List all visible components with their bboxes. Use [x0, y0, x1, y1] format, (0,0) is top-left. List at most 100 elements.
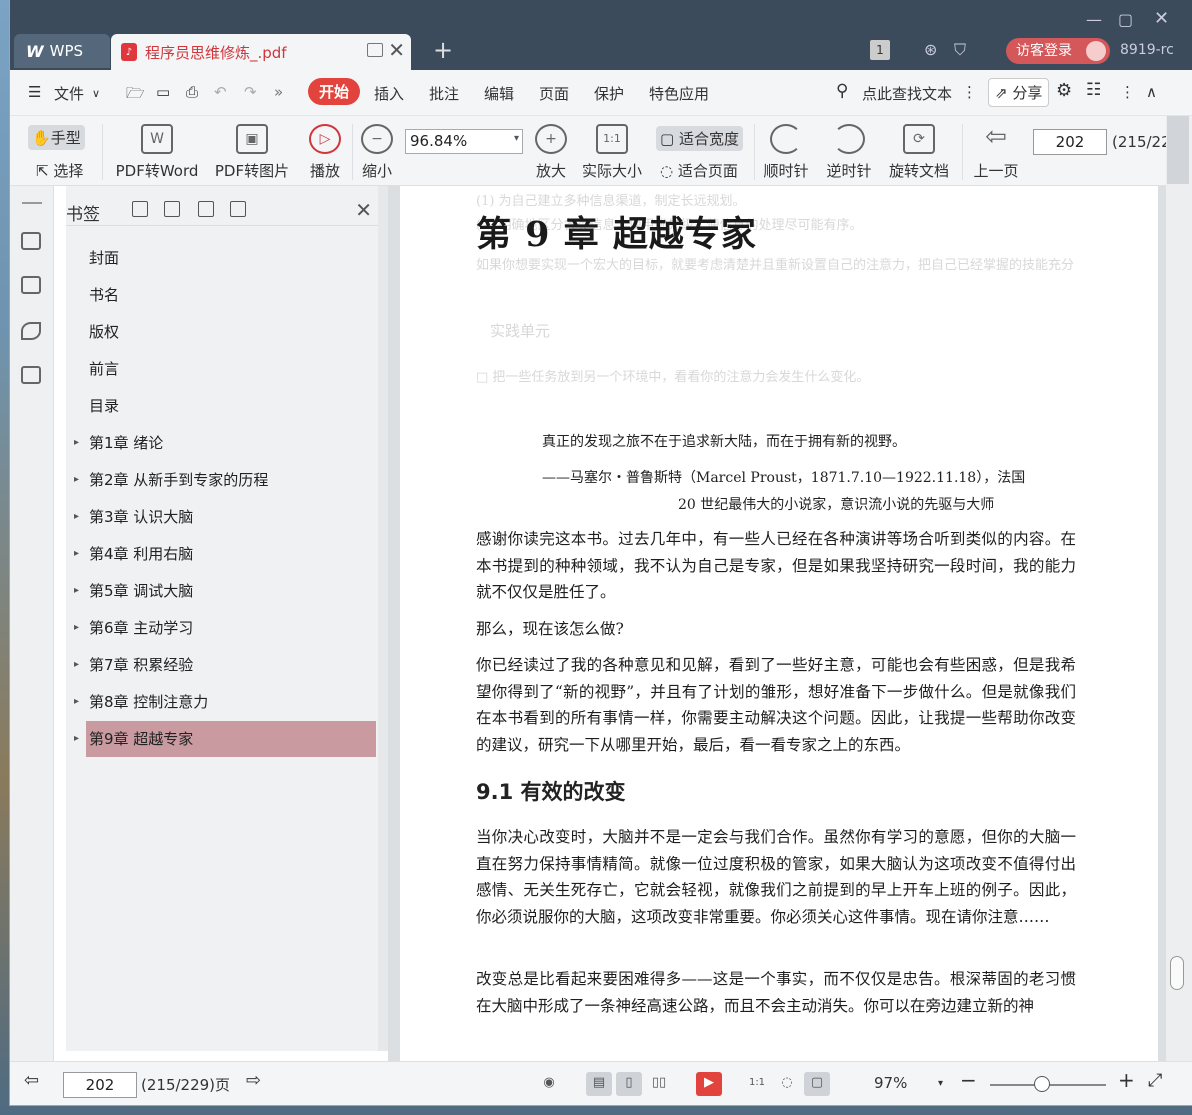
rail-handle[interactable]: [22, 202, 42, 204]
expand-arrow-icon[interactable]: ▸: [74, 462, 79, 498]
panel-splitter[interactable]: [378, 186, 388, 1051]
bookmark-item[interactable]: 书名: [86, 277, 376, 313]
rotate-counterclockwise-button[interactable]: 逆时针: [825, 124, 873, 181]
two-page-icon[interactable]: ▯▯: [646, 1072, 672, 1096]
status-page-input[interactable]: 202: [63, 1072, 137, 1098]
bookmark-item[interactable]: ▸ 第5章 调试大脑: [74, 573, 376, 609]
chat-icon[interactable]: ☷: [1086, 80, 1101, 100]
expand-all-icon[interactable]: [164, 201, 180, 217]
page-number-input[interactable]: 202: [1033, 129, 1107, 155]
menu-page[interactable]: 页面: [539, 83, 569, 104]
bookmark-item[interactable]: ▸ 第2章 从新手到专家的历程: [74, 462, 376, 498]
chevron-down-icon[interactable]: ∨: [92, 87, 100, 100]
prev-page-arrow-icon[interactable]: ⇦: [24, 1070, 39, 1091]
bookmark-item[interactable]: ▸ 第6章 主动学习: [74, 610, 376, 646]
menu-edit[interactable]: 编辑: [484, 83, 514, 104]
actual-size-button[interactable]: 1:1 实际大小: [580, 124, 644, 181]
actual-size-icon[interactable]: 1:1: [744, 1072, 770, 1096]
bookmark-item[interactable]: 版权: [86, 314, 376, 350]
zoom-slider-knob[interactable]: [1034, 1076, 1050, 1092]
vertical-scrollbar[interactable]: [1166, 116, 1192, 1061]
more-options-icon[interactable]: ⋮: [1120, 83, 1135, 101]
menu-insert[interactable]: 插入: [374, 83, 404, 104]
add-sub-bookmark-icon[interactable]: [198, 201, 214, 217]
document-view[interactable]: (1) 为自己建立多种信息渠道，制定长远规划。 (2) 明确地区分各类信息，使用…: [388, 186, 1166, 1061]
fit-width-button[interactable]: ▢ 适合宽度: [656, 126, 743, 151]
find-text-button[interactable]: 点此查找文本: [862, 83, 952, 104]
fit-page-icon[interactable]: ◌: [774, 1072, 800, 1096]
annotation-icon[interactable]: [21, 322, 41, 340]
hand-tool-button[interactable]: ✋手型: [28, 125, 85, 150]
previous-page-button[interactable]: ⇦ 上一页: [972, 124, 1020, 181]
menu-start[interactable]: 开始: [308, 78, 361, 105]
zoom-in-button[interactable]: + 放大: [534, 124, 568, 181]
bookmark-item[interactable]: ▸ 第8章 控制注意力: [74, 684, 376, 720]
continuous-view-icon[interactable]: ▤: [586, 1072, 612, 1096]
fit-width-icon[interactable]: ▢: [804, 1072, 830, 1096]
new-tab-button[interactable]: +: [433, 36, 453, 64]
open-folder-icon[interactable]: 🗁: [126, 83, 145, 108]
add-bookmark-icon[interactable]: [132, 201, 148, 217]
expand-arrow-icon[interactable]: ▸: [74, 499, 79, 535]
tab-document[interactable]: ♪ 程序员思维修炼_.pdf ✕: [111, 34, 411, 70]
expand-arrow-icon[interactable]: ▸: [74, 573, 79, 609]
bookmark-item[interactable]: ▸ 第3章 认识大脑: [74, 499, 376, 535]
collapse-ribbon-icon[interactable]: ∧: [1146, 83, 1157, 101]
single-page-icon[interactable]: ▯: [616, 1072, 642, 1096]
page-count-badge[interactable]: 1: [870, 40, 890, 60]
save-icon[interactable]: ▭: [156, 83, 170, 101]
scrollbar-thumb[interactable]: [1170, 956, 1184, 990]
guest-login-button[interactable]: 访客登录: [1006, 38, 1110, 64]
bookmark-item[interactable]: 目录: [86, 388, 376, 424]
more-vertical-icon[interactable]: ⋮: [962, 83, 977, 101]
bookmark-list-icon[interactable]: [21, 232, 41, 250]
zoom-percent[interactable]: 97%: [874, 1074, 907, 1092]
close-window-button[interactable]: ✕: [1154, 8, 1169, 29]
zoom-dropdown-icon[interactable]: ▾: [938, 1078, 943, 1089]
shirt-icon[interactable]: ⛉: [954, 40, 966, 60]
pdf-to-image-button[interactable]: ▣ PDF转图片: [214, 124, 290, 181]
pdf-to-word-button[interactable]: W PDF转Word: [114, 124, 200, 181]
undo-icon[interactable]: ↶: [214, 83, 227, 101]
next-page-arrow-icon[interactable]: ⇨: [246, 1070, 261, 1091]
more-icon[interactable]: »: [274, 83, 283, 101]
maximize-button[interactable]: ▢: [1118, 10, 1133, 29]
bookmark-item[interactable]: ▸ 第9章 超越专家: [74, 721, 376, 757]
expand-arrow-icon[interactable]: ▸: [74, 647, 79, 683]
thumbnail-icon[interactable]: [21, 276, 41, 294]
expand-arrow-icon[interactable]: ▸: [74, 721, 79, 757]
menu-special[interactable]: 特色应用: [649, 83, 709, 104]
zoom-out-icon[interactable]: −: [960, 1068, 977, 1092]
zoom-select[interactable]: 96.84%: [405, 129, 523, 154]
tab-wps[interactable]: W WPS: [14, 34, 110, 68]
menu-annotate[interactable]: 批注: [429, 83, 459, 104]
select-tool-button[interactable]: ⇱ 选择: [32, 158, 87, 183]
hamburger-icon[interactable]: ☰: [28, 83, 41, 101]
skin-icon[interactable]: ⊛: [924, 40, 937, 59]
pin-tab-icon[interactable]: [367, 43, 383, 57]
close-tab-icon[interactable]: ✕: [388, 38, 405, 62]
menu-file[interactable]: 文件: [54, 83, 84, 104]
expand-arrow-icon[interactable]: ▸: [74, 536, 79, 572]
bookmark-item[interactable]: ▸ 第4章 利用右脑: [74, 536, 376, 572]
close-icon[interactable]: ✕: [355, 198, 372, 222]
search-icon[interactable]: ⚲: [836, 81, 848, 101]
zoom-out-button[interactable]: − 缩小: [360, 124, 394, 181]
minimize-button[interactable]: —: [1086, 10, 1102, 29]
signature-icon[interactable]: [21, 366, 41, 384]
expand-arrow-icon[interactable]: ▸: [74, 425, 79, 461]
toolbar-overflow-arrow[interactable]: [1167, 116, 1189, 184]
bookmark-item[interactable]: ▸ 第1章 绪论: [74, 425, 376, 461]
play-slideshow-icon[interactable]: ▶: [696, 1072, 722, 1096]
print-icon[interactable]: ⎙: [186, 83, 198, 101]
fit-page-button[interactable]: ◌ 适合页面: [656, 158, 742, 183]
fullscreen-icon[interactable]: ⤢: [1148, 1070, 1162, 1091]
play-button[interactable]: ▷ 播放: [308, 124, 342, 181]
rotate-document-button[interactable]: ⟳ 旋转文档: [886, 124, 952, 181]
expand-arrow-icon[interactable]: ▸: [74, 610, 79, 646]
expand-arrow-icon[interactable]: ▸: [74, 684, 79, 720]
zoom-in-icon[interactable]: +: [1118, 1068, 1135, 1092]
menu-protect[interactable]: 保护: [594, 83, 624, 104]
eye-protection-icon[interactable]: ◉: [536, 1072, 562, 1096]
bookmark-options-icon[interactable]: [230, 201, 246, 217]
